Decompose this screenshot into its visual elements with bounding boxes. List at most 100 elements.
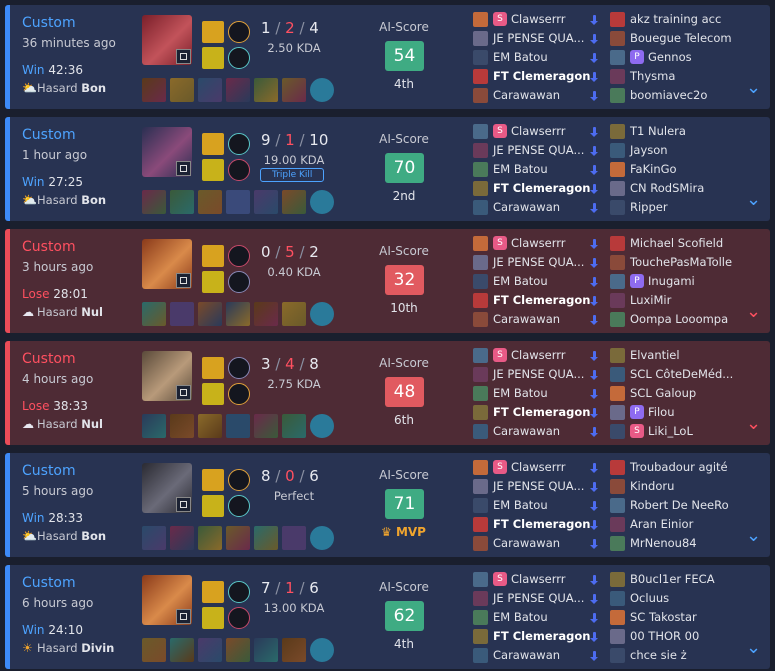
player-name[interactable]: CN RodSMira xyxy=(630,181,704,195)
item-slot-icon[interactable] xyxy=(226,414,250,438)
player-name[interactable]: Carawawan xyxy=(493,200,560,214)
trinket-icon[interactable] xyxy=(310,526,334,550)
player-name[interactable]: EM Batou xyxy=(493,50,548,64)
player-row[interactable]: TouchePasMaTolle xyxy=(610,253,750,272)
item-slot-icon[interactable] xyxy=(254,78,278,102)
swap-icon[interactable] xyxy=(590,613,599,623)
player-name[interactable]: JE PENSE QUA... xyxy=(493,255,584,269)
player-row[interactable]: FaKinGo xyxy=(610,160,750,179)
item-slot-icon[interactable] xyxy=(198,190,222,214)
expand-chevron-icon[interactable]: ⌄ xyxy=(746,639,761,657)
player-name[interactable]: JE PENSE QUA... xyxy=(493,367,584,381)
swap-icon[interactable] xyxy=(590,632,599,642)
player-row[interactable]: Bouegue Telecom xyxy=(610,29,750,48)
player-row[interactable]: S Liki_LoL xyxy=(610,422,750,441)
player-row[interactable]: Thysma xyxy=(610,67,750,86)
player-name[interactable]: Robert De NeeRo xyxy=(630,498,729,512)
swap-icon[interactable] xyxy=(590,146,599,156)
player-name[interactable]: MrNenou84 xyxy=(630,536,697,550)
player-name[interactable]: Jayson xyxy=(630,143,668,157)
item-slot-icon[interactable] xyxy=(170,414,194,438)
item-slot-icon[interactable] xyxy=(170,302,194,326)
player-name[interactable]: FT Clemeragon xyxy=(493,629,590,643)
swap-icon[interactable] xyxy=(590,15,599,25)
player-name[interactable]: EM Batou xyxy=(493,162,548,176)
player-row[interactable]: boomiavec2o xyxy=(610,86,750,105)
item-slot-icon[interactable] xyxy=(282,638,306,662)
item-slot-icon[interactable] xyxy=(254,190,278,214)
swap-icon[interactable] xyxy=(590,277,599,287)
item-slot-icon[interactable] xyxy=(282,190,306,214)
player-name[interactable]: Carawawan xyxy=(493,648,560,662)
swap-icon[interactable] xyxy=(590,53,599,63)
player-name[interactable]: akz training acc xyxy=(630,12,721,26)
player-name[interactable]: T1 Nulera xyxy=(630,124,686,138)
player-row[interactable]: akz training acc xyxy=(610,10,750,29)
swap-icon[interactable] xyxy=(590,351,599,361)
trinket-icon[interactable] xyxy=(310,414,334,438)
item-slot-icon[interactable] xyxy=(198,414,222,438)
player-row[interactable]: Jayson xyxy=(610,141,750,160)
item-slot-icon[interactable] xyxy=(226,638,250,662)
player-row[interactable]: SC Takostar xyxy=(610,608,750,627)
item-slot-icon[interactable] xyxy=(254,414,278,438)
player-name[interactable]: chce sie ż xyxy=(630,648,687,662)
swap-icon[interactable] xyxy=(590,501,599,511)
player-name[interactable]: TouchePasMaTolle xyxy=(630,255,732,269)
item-slot-icon[interactable] xyxy=(170,78,194,102)
champion-portrait[interactable] xyxy=(142,463,192,513)
player-row[interactable]: Robert De NeeRo xyxy=(610,496,750,515)
item-slot-icon[interactable] xyxy=(254,526,278,550)
trinket-icon[interactable] xyxy=(310,302,334,326)
player-row[interactable]: Aran Einior xyxy=(610,515,750,534)
swap-icon[interactable] xyxy=(590,127,599,137)
expand-chevron-icon[interactable]: ⌄ xyxy=(746,191,761,209)
match-card[interactable]: Custom 4 hours ago Lose 38:33 ☁ Hasard Nul 3 … xyxy=(5,341,770,445)
player-name[interactable]: FT Clemeragon xyxy=(493,293,590,307)
item-slot-icon[interactable] xyxy=(142,638,166,662)
expand-chevron-icon[interactable]: ⌄ xyxy=(746,79,761,97)
trinket-icon[interactable] xyxy=(310,190,334,214)
player-name[interactable]: 00 THOR 00 xyxy=(630,629,699,643)
player-name[interactable]: FT Clemeragon xyxy=(493,405,590,419)
player-name[interactable]: LuxiMir xyxy=(630,293,671,307)
item-slot-icon[interactable] xyxy=(282,78,306,102)
item-slot-icon[interactable] xyxy=(198,526,222,550)
champion-portrait[interactable] xyxy=(142,575,192,625)
player-name[interactable]: SCL Galoup xyxy=(630,386,696,400)
player-row[interactable]: SCL CôteDeMéd... xyxy=(610,365,750,384)
player-name[interactable]: Carawawan xyxy=(493,88,560,102)
player-row[interactable]: 00 THOR 00 xyxy=(610,627,750,646)
match-card[interactable]: Custom 36 minutes ago Win 42:36 ⛅Hasard Bon… xyxy=(5,5,770,109)
champion-portrait[interactable] xyxy=(142,351,192,401)
item-slot-icon[interactable] xyxy=(142,302,166,326)
player-name[interactable]: B0ucl1er FECA xyxy=(630,572,715,586)
player-name[interactable]: Clawserrr xyxy=(511,236,566,250)
swap-icon[interactable] xyxy=(590,184,599,194)
item-slot-icon[interactable] xyxy=(226,526,250,550)
swap-icon[interactable] xyxy=(590,203,599,213)
item-slot-icon[interactable] xyxy=(142,190,166,214)
player-row[interactable]: P Inugami xyxy=(610,272,750,291)
match-card[interactable]: Custom 3 hours ago Lose 28:01 ☁ Hasard Nul 0 … xyxy=(5,229,770,333)
swap-icon[interactable] xyxy=(590,258,599,268)
player-row[interactable]: T1 Nulera xyxy=(610,122,750,141)
player-row[interactable]: Elvantiel xyxy=(610,346,750,365)
item-slot-icon[interactable] xyxy=(226,78,250,102)
champion-portrait[interactable] xyxy=(142,15,192,65)
item-slot-icon[interactable] xyxy=(254,302,278,326)
player-name[interactable]: Liki_LoL xyxy=(648,424,693,438)
item-slot-icon[interactable] xyxy=(170,526,194,550)
player-row[interactable]: P Gennos xyxy=(610,48,750,67)
player-row[interactable]: P Filou xyxy=(610,403,750,422)
player-name[interactable]: Troubadour agité xyxy=(630,460,728,474)
champion-portrait[interactable] xyxy=(142,127,192,177)
swap-icon[interactable] xyxy=(590,91,599,101)
swap-icon[interactable] xyxy=(590,239,599,249)
player-name[interactable]: Gennos xyxy=(648,50,692,64)
item-slot-icon[interactable] xyxy=(198,638,222,662)
swap-icon[interactable] xyxy=(590,427,599,437)
player-name[interactable]: JE PENSE QUA... xyxy=(493,143,584,157)
item-slot-icon[interactable] xyxy=(142,78,166,102)
swap-icon[interactable] xyxy=(590,370,599,380)
